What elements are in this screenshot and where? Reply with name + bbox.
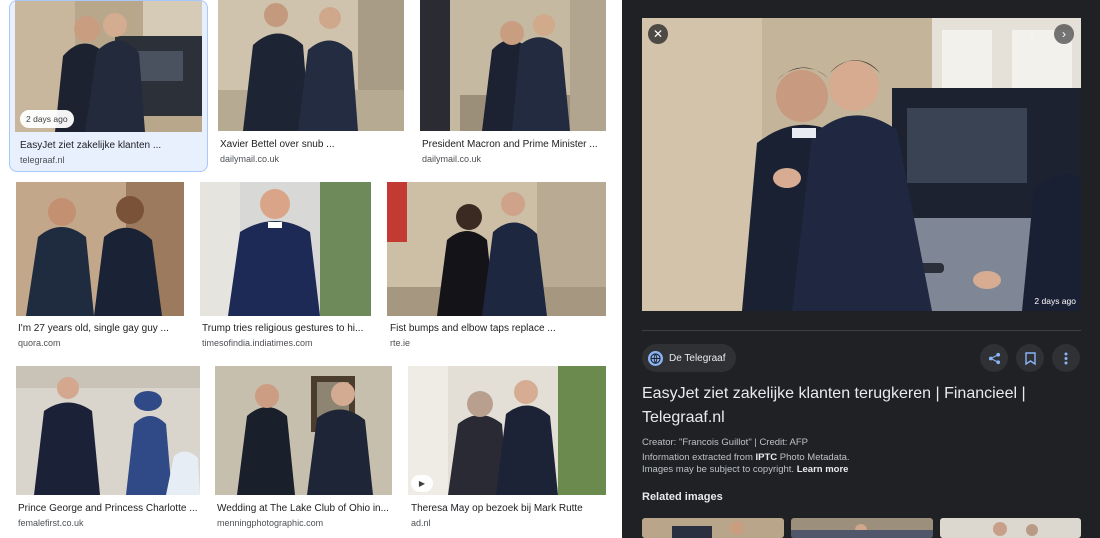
result-thumbnail[interactable] bbox=[16, 182, 184, 316]
divider bbox=[642, 330, 1081, 331]
result-source[interactable]: menningphotographic.com bbox=[217, 518, 323, 528]
source-chip[interactable]: De Telegraaf bbox=[642, 344, 736, 372]
related-image[interactable] bbox=[642, 518, 784, 538]
share-icon[interactable] bbox=[980, 344, 1008, 372]
result-title[interactable]: President Macron and Prime Minister ... bbox=[422, 139, 604, 150]
bookmark-icon[interactable] bbox=[1016, 344, 1044, 372]
related-image[interactable] bbox=[940, 518, 1081, 538]
result-thumbnail[interactable] bbox=[200, 182, 371, 316]
result-title[interactable]: Prince George and Princess Charlotte ... bbox=[18, 503, 200, 514]
chevron-left-icon[interactable]: ‹ bbox=[1022, 24, 1042, 44]
preview-image[interactable] bbox=[642, 18, 1081, 311]
result-card[interactable]: 2 days ago EasyJet ziet zakelijke klante… bbox=[9, 0, 208, 172]
result-card[interactable]: I'm 27 years old, single gay guy ... quo… bbox=[16, 182, 184, 352]
result-thumbnail[interactable] bbox=[420, 0, 606, 131]
result-card[interactable]: President Macron and Prime Minister ... … bbox=[420, 0, 606, 172]
chevron-right-icon[interactable]: › bbox=[1054, 24, 1074, 44]
result-thumbnail[interactable] bbox=[16, 366, 200, 495]
result-source[interactable]: dailymail.co.uk bbox=[220, 154, 279, 164]
result-title[interactable]: Xavier Bettel over snub ... bbox=[220, 139, 402, 150]
result-title[interactable]: Wedding at The Lake Club of Ohio in... bbox=[217, 503, 392, 514]
result-card[interactable]: Xavier Bettel over snub ... dailymail.co… bbox=[218, 0, 404, 172]
result-title[interactable]: EasyJet ziet zakelijke klanten ... bbox=[20, 140, 200, 151]
result-source[interactable]: rte.ie bbox=[390, 338, 410, 348]
play-icon[interactable]: ▶ bbox=[411, 475, 433, 492]
globe-icon bbox=[648, 350, 663, 366]
preview-title[interactable]: EasyJet ziet zakelijke klanten terugkere… bbox=[642, 382, 1072, 430]
result-source[interactable]: dailymail.co.uk bbox=[422, 154, 481, 164]
result-source[interactable]: telegraaf.nl bbox=[20, 155, 65, 165]
result-title[interactable]: Theresa May op bezoek bij Mark Rutte bbox=[411, 503, 606, 514]
time-badge: 2 days ago bbox=[20, 110, 74, 128]
source-name: De Telegraaf bbox=[669, 352, 726, 364]
time-badge: 2 days ago bbox=[1034, 296, 1076, 306]
result-card[interactable]: Prince George and Princess Charlotte ...… bbox=[16, 366, 200, 531]
result-card[interactable]: ▶ Theresa May op bezoek bij Mark Rutte a… bbox=[408, 366, 606, 531]
result-thumbnail[interactable] bbox=[387, 182, 606, 316]
result-thumbnail[interactable] bbox=[218, 0, 404, 131]
metadata-info: Information extracted from IPTC Photo Me… bbox=[642, 452, 850, 463]
result-thumbnail[interactable]: ▶ bbox=[408, 366, 606, 495]
related-images-heading: Related images bbox=[642, 491, 723, 503]
result-source[interactable]: timesofindia.indiatimes.com bbox=[202, 338, 313, 348]
result-title[interactable]: Fist bumps and elbow taps replace ... bbox=[390, 323, 604, 334]
learn-more-link[interactable]: Learn more bbox=[797, 464, 849, 475]
result-source[interactable]: ad.nl bbox=[411, 518, 431, 528]
result-thumbnail[interactable]: 2 days ago bbox=[15, 1, 202, 132]
result-title[interactable]: Trump tries religious gestures to hi... bbox=[202, 323, 371, 334]
result-title[interactable]: I'm 27 years old, single gay guy ... bbox=[18, 323, 184, 334]
result-thumbnail[interactable] bbox=[215, 366, 392, 495]
result-source[interactable]: quora.com bbox=[18, 338, 61, 348]
creator-credit: Creator: "Francois Guillot" | Credit: AF… bbox=[642, 437, 809, 448]
close-icon[interactable]: ✕ bbox=[648, 24, 668, 44]
result-card[interactable]: Fist bumps and elbow taps replace ... rt… bbox=[387, 182, 606, 352]
result-card[interactable]: Wedding at The Lake Club of Ohio in... m… bbox=[215, 366, 392, 531]
image-preview-panel: ✕ ‹ › 2 days ago De Telegraaf EasyJet zi… bbox=[622, 0, 1100, 538]
result-source[interactable]: femalefirst.co.uk bbox=[18, 518, 84, 528]
image-results-grid: 2 days ago EasyJet ziet zakelijke klante… bbox=[0, 0, 622, 538]
result-card[interactable]: Trump tries religious gestures to hi... … bbox=[200, 182, 371, 352]
related-image[interactable] bbox=[791, 518, 933, 538]
more-vert-icon[interactable] bbox=[1052, 344, 1080, 372]
copyright-note: Images may be subject to copyright. Lear… bbox=[642, 464, 849, 475]
